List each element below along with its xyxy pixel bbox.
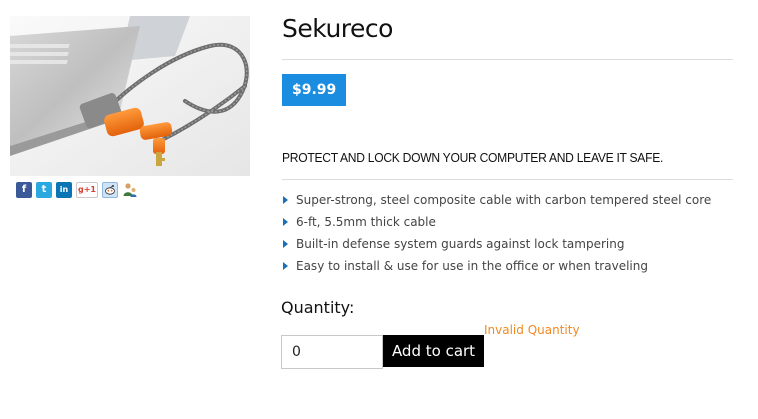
arrow-bullet-icon [283, 240, 288, 248]
add-to-cart-button[interactable]: Add to cart [383, 335, 484, 367]
product-page: f t in g+1 Sekureco $9.99 PROTECT AND LO… [0, 0, 758, 419]
twitter-icon[interactable]: t [36, 182, 52, 198]
feature-item: Easy to install & use for use in the off… [282, 258, 711, 280]
arrow-bullet-icon [283, 196, 288, 204]
feature-list: Super-strong, steel composite cable with… [282, 192, 711, 280]
reddit-icon[interactable] [102, 182, 118, 198]
quantity-input[interactable] [281, 335, 383, 369]
quantity-label: Quantity: [281, 298, 355, 317]
facebook-icon[interactable]: f [16, 182, 32, 198]
feature-text: Easy to install & use for use in the off… [296, 259, 648, 273]
feature-item: 6-ft, 5.5mm thick cable [282, 214, 711, 236]
feature-text: Super-strong, steel composite cable with… [296, 193, 712, 207]
invalid-quantity-message: Invalid Quantity [484, 323, 580, 337]
price-badge: $9.99 [282, 74, 347, 106]
share-people-icon[interactable] [122, 182, 138, 198]
product-title: Sekureco [282, 14, 393, 43]
feature-text: Built-in defense system guards against l… [296, 237, 625, 251]
product-image [10, 16, 250, 176]
arrow-bullet-icon [283, 218, 288, 226]
product-tagline: PROTECT AND LOCK DOWN YOUR COMPUTER AND … [282, 150, 664, 165]
arrow-bullet-icon [283, 262, 288, 270]
feature-item: Built-in defense system guards against l… [282, 236, 711, 258]
title-divider [282, 59, 733, 60]
feature-item: Super-strong, steel composite cable with… [282, 192, 711, 214]
linkedin-icon[interactable]: in [56, 182, 72, 198]
tagline-divider [282, 179, 733, 180]
google-plus-icon[interactable]: g+1 [76, 182, 98, 198]
feature-text: 6-ft, 5.5mm thick cable [296, 215, 436, 229]
social-share-bar: f t in g+1 [16, 182, 138, 198]
